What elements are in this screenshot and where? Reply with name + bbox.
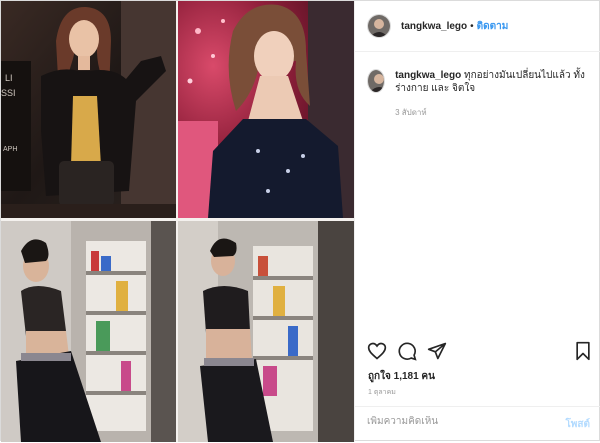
heart-icon[interactable] bbox=[367, 341, 387, 366]
bookmark-icon[interactable] bbox=[573, 341, 593, 366]
caption-time[interactable]: 3 สัปดาห์ bbox=[395, 106, 592, 119]
photo-top-right bbox=[178, 1, 354, 218]
photo-bottom-right bbox=[178, 221, 354, 442]
post-date[interactable]: 1 ตุลาคม bbox=[368, 387, 396, 398]
collage-divider-vertical bbox=[176, 1, 178, 442]
post-image-collage[interactable]: LI SSI APH ARO SW bbox=[1, 1, 354, 442]
caption: tangkwa_lego ทุกอย่างมันเปลี่ยนไปแล้ว ทั… bbox=[367, 69, 592, 119]
follow-button[interactable]: ติดตาม bbox=[477, 19, 509, 34]
header-separator: • bbox=[470, 20, 474, 32]
post-comment-button[interactable]: โพสต์ bbox=[565, 417, 590, 432]
share-icon[interactable] bbox=[427, 341, 447, 366]
post-username[interactable]: tangkwa_lego bbox=[401, 21, 467, 32]
svg-text:LI: LI bbox=[5, 73, 13, 83]
caption-avatar[interactable] bbox=[367, 69, 386, 93]
caption-body: tangkwa_lego ทุกอย่างมันเปลี่ยนไปแล้ว ทั… bbox=[395, 69, 592, 119]
avatar[interactable] bbox=[367, 14, 391, 38]
caption-username[interactable]: tangkwa_lego bbox=[395, 70, 461, 81]
svg-text:APH: APH bbox=[3, 146, 17, 153]
photo-top-left: LI SSI APH ARO SW bbox=[1, 1, 176, 218]
post-dialog: LI SSI APH ARO SW bbox=[0, 0, 600, 442]
action-bar bbox=[365, 341, 593, 363]
svg-text:SSI: SSI bbox=[1, 88, 16, 98]
likes-count[interactable]: ถูกใจ 1,181 คน bbox=[368, 369, 435, 384]
collage-divider-horizontal bbox=[1, 218, 354, 221]
photo-bottom-left bbox=[1, 221, 176, 442]
post-header: tangkwa_lego • ติดตาม bbox=[355, 1, 600, 52]
comment-bar: โพสต์ bbox=[355, 406, 600, 443]
comment-input[interactable] bbox=[367, 416, 557, 427]
comment-icon[interactable] bbox=[397, 341, 417, 366]
post-side-panel: tangkwa_lego • ติดตาม tangkwa_lego ทุกอย… bbox=[354, 1, 600, 442]
